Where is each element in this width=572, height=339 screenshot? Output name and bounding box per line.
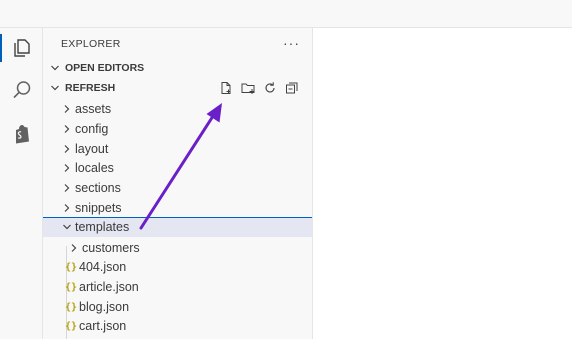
tree-file-blog[interactable]: {} blog.json — [43, 297, 312, 317]
json-file-icon: {} — [64, 281, 78, 293]
title-bar — [0, 0, 572, 28]
chevron-right-icon — [59, 141, 75, 157]
folder-label: layout — [75, 142, 109, 156]
folder-label: snippets — [75, 201, 122, 215]
file-label: blog.json — [79, 300, 130, 314]
chevron-right-icon — [66, 240, 82, 256]
folder-label: templates — [75, 220, 130, 234]
folder-label: sections — [75, 181, 121, 195]
collapse-all-icon[interactable] — [284, 80, 300, 96]
folder-label: locales — [75, 161, 114, 175]
activity-bar — [0, 28, 43, 339]
file-label: article.json — [79, 280, 139, 294]
shopify-icon — [11, 123, 33, 145]
search-icon — [11, 79, 33, 101]
explorer-header: EXPLORER ··· — [43, 28, 312, 60]
tree-folder-customers[interactable]: customers — [43, 238, 312, 258]
file-label: cart.json — [79, 319, 127, 333]
folder-label: assets — [75, 102, 112, 116]
json-file-icon: {} — [64, 301, 78, 313]
json-file-icon: {} — [64, 261, 78, 273]
json-file-icon: {} — [64, 320, 78, 332]
editor-area — [313, 28, 572, 339]
chevron-down-icon — [59, 219, 75, 235]
section-workspace[interactable]: REFRESH — [43, 78, 312, 98]
folder-label: customers — [82, 241, 140, 255]
explorer-title: EXPLORER — [61, 38, 121, 50]
chevron-down-icon — [47, 80, 63, 96]
tree-file-cart[interactable]: {} cart.json — [43, 316, 312, 336]
chevron-right-icon — [59, 121, 75, 137]
chevron-right-icon — [59, 101, 75, 117]
explorer-icon — [11, 37, 33, 59]
tree-folder-locales[interactable]: locales — [43, 158, 312, 178]
search-activity-button[interactable] — [0, 70, 43, 110]
tree-folder-templates[interactable]: templates — [43, 217, 312, 237]
file-label: 404.json — [79, 260, 127, 274]
shopify-activity-button[interactable] — [0, 114, 43, 154]
section-label: OPEN EDITORS — [65, 62, 145, 74]
tree-file-404[interactable]: {} 404.json — [43, 257, 312, 277]
chevron-down-icon — [47, 60, 63, 76]
tree-folder-snippets[interactable]: snippets — [43, 198, 312, 218]
explorer-sidebar: EXPLORER ··· OPEN EDITORS REFRESH assets… — [43, 28, 313, 339]
chevron-right-icon — [59, 200, 75, 216]
section-open-editors[interactable]: OPEN EDITORS — [43, 58, 312, 78]
tree-folder-sections[interactable]: sections — [43, 178, 312, 198]
tree-folder-config[interactable]: config — [43, 119, 312, 139]
workspace-actions — [218, 80, 300, 96]
refresh-icon[interactable] — [262, 80, 278, 96]
tree-file-article[interactable]: {} article.json — [43, 277, 312, 297]
chevron-right-icon — [59, 160, 75, 176]
section-label: REFRESH — [65, 82, 116, 94]
new-file-icon[interactable] — [218, 80, 234, 96]
new-folder-icon[interactable] — [240, 80, 256, 96]
folder-label: config — [75, 122, 109, 136]
chevron-right-icon — [59, 180, 75, 196]
tree-folder-assets[interactable]: assets — [43, 99, 312, 119]
more-actions-button[interactable]: ··· — [283, 35, 300, 51]
explorer-activity-button[interactable] — [0, 28, 43, 68]
tree-folder-layout[interactable]: layout — [43, 139, 312, 159]
